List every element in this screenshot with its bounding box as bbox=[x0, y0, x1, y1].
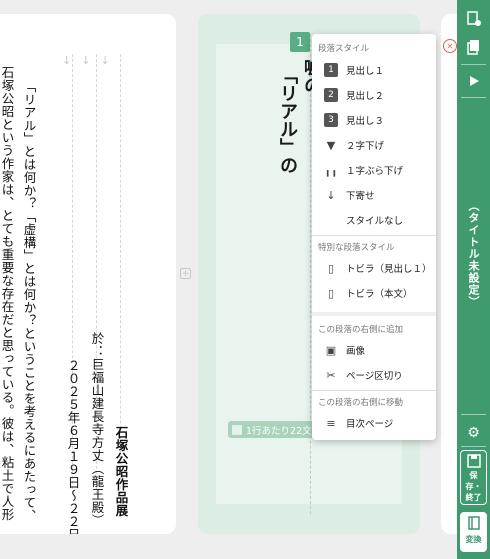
heading-level-badge[interactable]: 1 bbox=[290, 32, 310, 52]
menu-item-label: トビラ（本文） bbox=[346, 289, 413, 300]
left-page: ↓ ↓ ↓ 石塚公昭という作家は、とても重要な存在だと思っている。彼は、粘土で人… bbox=[0, 14, 176, 534]
menu-item-heading-3[interactable]: 3 見出し３ bbox=[312, 108, 436, 132]
arrow-markers: ↓ ↓ ↓ bbox=[62, 54, 110, 67]
menu-item-image[interactable]: ▣ 画像 bbox=[312, 338, 436, 362]
guide-line bbox=[310, 34, 311, 514]
heading-text-col[interactable]: 「リアル」の bbox=[274, 66, 300, 174]
paragraph-context-menu: 段落スタイル 1 見出し１ 2 見出し２ 3 見出し３ ▼ ２字下げ ╻╻ １字… bbox=[312, 34, 436, 440]
menu-item-page-break[interactable]: ✂ ページ区切り bbox=[312, 363, 436, 387]
indent-icon: ▼ bbox=[326, 138, 336, 152]
add-page-icon[interactable]: + bbox=[180, 268, 191, 279]
menu-item-no-style[interactable]: スタイルなし bbox=[312, 208, 436, 232]
down-arrow-icon: ↓ bbox=[62, 54, 72, 67]
body-text-line[interactable]: 石塚公昭という作家は、とても重要な存在だと思っている。彼は、粘土で人形 bbox=[0, 66, 15, 521]
sidebar-divider bbox=[461, 414, 486, 415]
menu-item-label: スタイルなし bbox=[346, 216, 404, 227]
menu-section-special: 特別な段落スタイル bbox=[318, 243, 395, 253]
menu-item-toc-page[interactable]: ≡ 目次ページ bbox=[312, 411, 436, 435]
exhibition-venue[interactable]: 於：巨福山建長寺方丈（龍王殿） bbox=[90, 332, 105, 527]
menu-item-label: ページ区切り bbox=[346, 371, 403, 382]
play-icon[interactable] bbox=[461, 68, 486, 93]
document-title[interactable]: （タイトル未設定） bbox=[465, 200, 481, 308]
image-icon: ▣ bbox=[325, 343, 337, 357]
menu-item-indent-2[interactable]: ▼ ２字下げ bbox=[312, 133, 436, 157]
menu-section-add-right: この段落の右側に追加 bbox=[318, 325, 404, 335]
gear-icon[interactable]: ⚙ bbox=[461, 420, 486, 445]
save-exit-label: 保存・終了 bbox=[465, 471, 482, 502]
menu-item-label: 見出し３ bbox=[346, 116, 385, 127]
menu-item-label: 下寄せ bbox=[346, 191, 375, 202]
down-arrow-icon: ↓ bbox=[81, 54, 91, 67]
title-page-icon: ▯ bbox=[327, 261, 335, 275]
menu-item-label: 目次ページ bbox=[346, 419, 394, 430]
scissors-icon: ✂ bbox=[326, 368, 336, 382]
settings-doc-icon[interactable] bbox=[461, 6, 486, 31]
title-page-body-icon: ▯ bbox=[327, 286, 335, 300]
menu-item-title-page-body[interactable]: ▯ トビラ（本文） bbox=[312, 281, 436, 305]
body-text-line[interactable]: 「リアル」とは何か？「虚構」とは何か？ということを考えるにあたって、 bbox=[22, 80, 37, 522]
menu-item-hanging-indent[interactable]: ╻╻ １字ぶら下げ bbox=[312, 158, 436, 182]
menu-item-heading-2[interactable]: 2 見出し２ bbox=[312, 83, 436, 107]
menu-item-label: ２字下げ bbox=[346, 141, 385, 152]
book-icon bbox=[467, 516, 480, 530]
remove-icon[interactable]: ✕ bbox=[443, 39, 457, 53]
menu-item-label: １字ぶら下げ bbox=[346, 166, 404, 177]
page-icon bbox=[232, 424, 242, 435]
menu-item-label: 見出し１ bbox=[346, 66, 385, 77]
menu-item-label: 画像 bbox=[346, 346, 366, 357]
sidebar-divider bbox=[461, 446, 486, 447]
convert-label: 変換 bbox=[465, 535, 482, 544]
heading-3-icon: 3 bbox=[324, 113, 338, 127]
copy-icon[interactable] bbox=[461, 34, 486, 59]
sidebar-divider bbox=[461, 64, 486, 65]
menu-section-move-right: この段落の右側に移動 bbox=[318, 398, 404, 408]
save-exit-button[interactable]: 保存・終了 bbox=[460, 450, 487, 505]
save-icon bbox=[466, 454, 481, 468]
chars-per-line-label: 1行あたり22文字 bbox=[246, 425, 322, 437]
sidebar-divider bbox=[461, 97, 486, 98]
no-style-icon bbox=[324, 213, 338, 227]
menu-item-label: 見出し２ bbox=[346, 91, 385, 102]
menu-item-label: トビラ（見出し１） bbox=[346, 264, 432, 275]
menu-item-title-page-heading[interactable]: ▯ トビラ（見出し１） bbox=[312, 256, 436, 280]
menu-divider bbox=[312, 235, 436, 236]
heading-2-icon: 2 bbox=[324, 88, 338, 102]
menu-item-heading-1[interactable]: 1 見出し１ bbox=[312, 58, 436, 82]
hanging-indent-icon: ╻╻ bbox=[324, 163, 338, 177]
right-sidebar: （タイトル未設定） ⚙ 保存・終了 変換 bbox=[457, 0, 490, 559]
menu-item-align-bottom[interactable]: ↓ 下寄せ bbox=[312, 183, 436, 207]
menu-divider bbox=[312, 390, 436, 391]
list-icon: ≡ bbox=[326, 416, 336, 430]
down-arrow-icon: ↓ bbox=[100, 54, 110, 67]
exhibition-dates[interactable]: ２０２５年６月１９日〜２２日 bbox=[66, 359, 81, 534]
convert-button[interactable]: 変換 bbox=[460, 512, 487, 552]
menu-divider bbox=[312, 312, 436, 316]
exhibition-title[interactable]: 石塚公昭作品展 bbox=[114, 426, 129, 517]
align-bottom-icon: ↓ bbox=[326, 188, 336, 202]
menu-section-paragraph-style: 段落スタイル bbox=[318, 44, 370, 54]
heading-1-icon: 1 bbox=[324, 63, 338, 77]
